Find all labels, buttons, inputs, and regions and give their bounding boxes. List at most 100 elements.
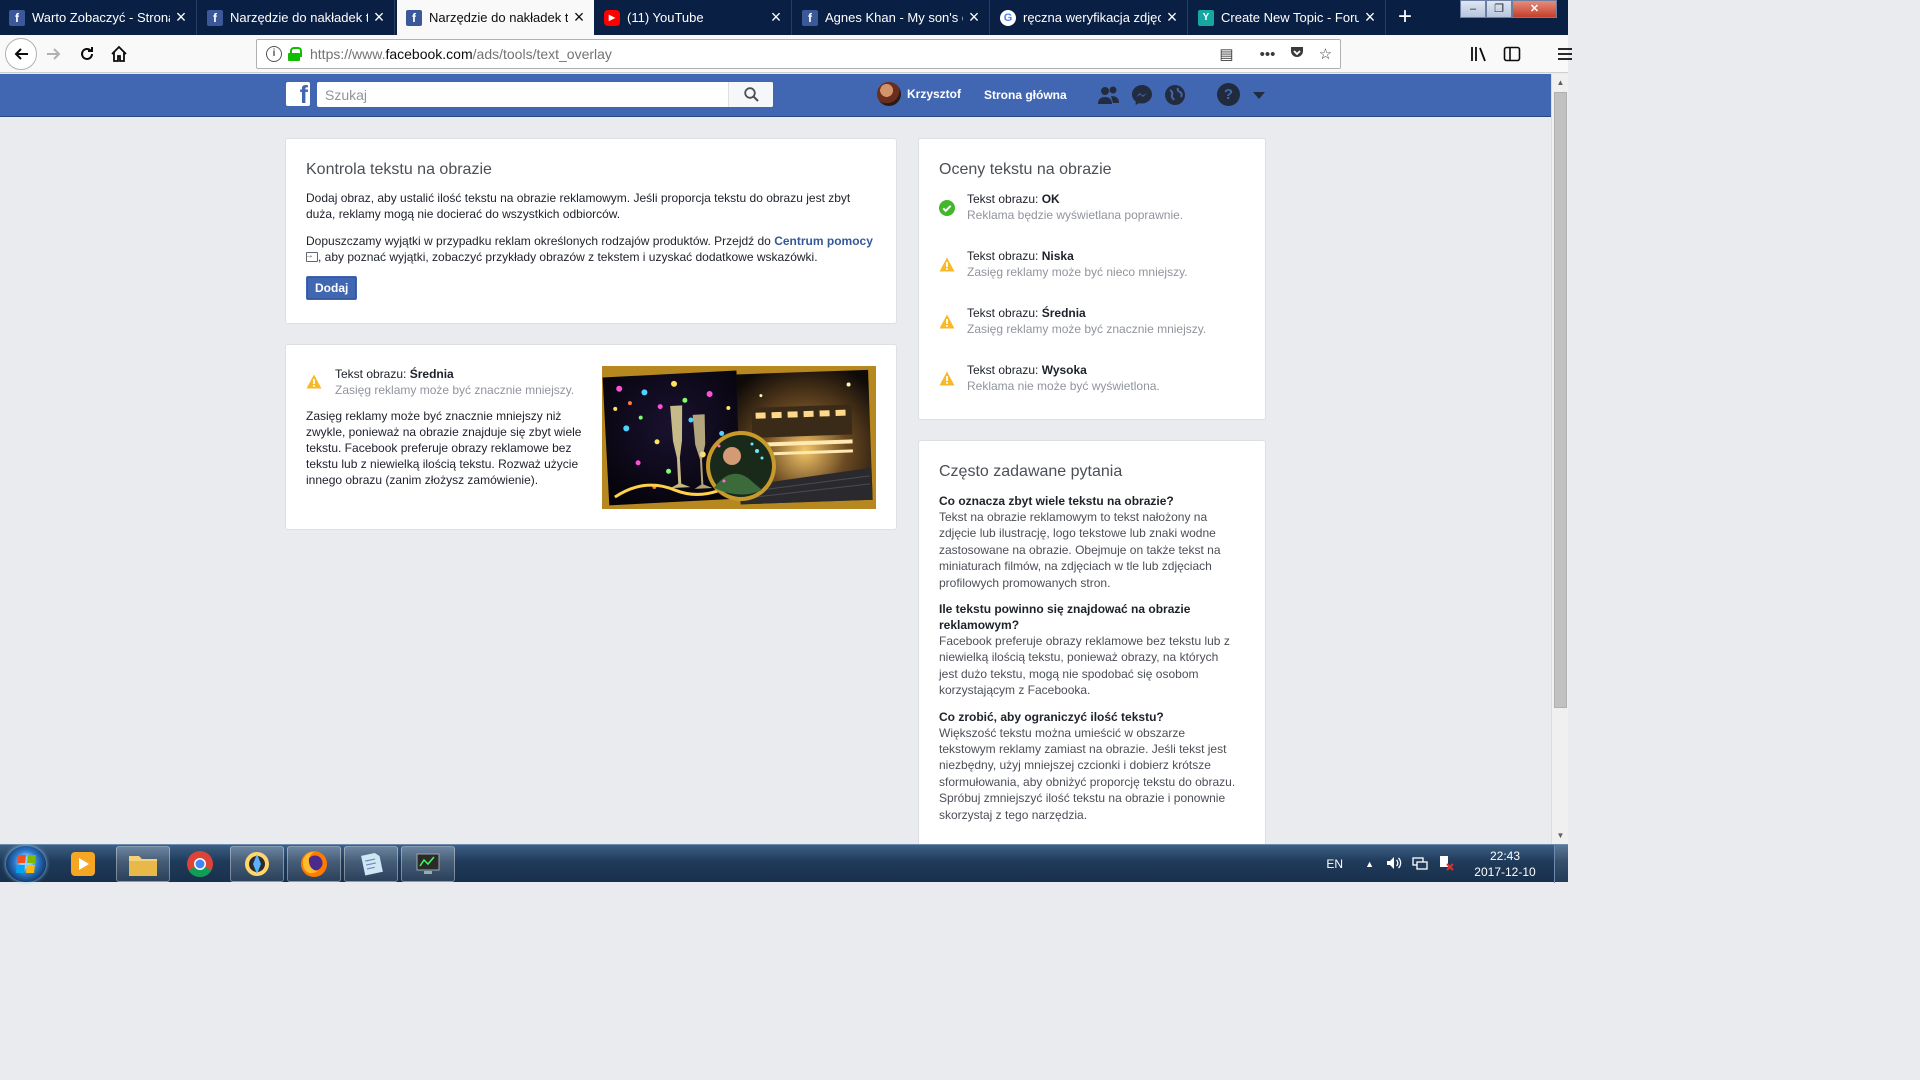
home-link[interactable]: Strona główna	[984, 88, 1067, 102]
search-button[interactable]	[728, 82, 773, 107]
bookmark-star-icon[interactable]: ☆	[1311, 45, 1340, 63]
messenger-icon[interactable]	[1129, 84, 1154, 106]
tab-label: Warto Zobaczyć - Strona	[32, 10, 170, 25]
browser-tab[interactable]: f Warto Zobaczyć - Strona ×	[0, 0, 197, 35]
sidebar-icon[interactable]	[1495, 38, 1528, 70]
reload-icon	[81, 47, 93, 60]
clock[interactable]: 22:43 2017-12-10	[1462, 848, 1548, 880]
pocket-icon[interactable]	[1282, 44, 1311, 64]
ratings-title: Oceny tekstu na obrazie	[939, 161, 1112, 178]
rating-value: Średnia	[1041, 306, 1086, 320]
profile-link[interactable]: Krzysztof	[877, 82, 961, 106]
chrome-icon	[187, 851, 213, 878]
clock-date: 2017-12-10	[1474, 865, 1536, 879]
close-icon[interactable]: ×	[1161, 7, 1183, 28]
browser-tab-active[interactable]: f Narzędzie do nakładek te ×	[397, 0, 594, 35]
arrow-left-icon	[14, 48, 28, 60]
close-icon[interactable]: ×	[765, 7, 787, 28]
rating-label: Tekst obrazu:	[967, 363, 1039, 377]
warning-icon	[939, 371, 955, 386]
language-indicator[interactable]: EN	[1326, 857, 1343, 871]
close-icon[interactable]: ×	[568, 7, 590, 28]
taskbar-monitor-app[interactable]	[401, 846, 455, 882]
taskbar-explorer[interactable]	[116, 846, 170, 882]
scroll-down-icon[interactable]: ▼	[1552, 827, 1569, 844]
rating-label: Tekst obrazu:	[967, 249, 1039, 263]
page-actions-icon[interactable]: •••	[1253, 46, 1282, 63]
rating-desc: Reklama będzie wyświetlana poprawnie.	[967, 208, 1184, 222]
add-button[interactable]: Dodaj	[306, 276, 358, 300]
rating-item: Tekst obrazu: Średnia Zasięg reklamy moż…	[939, 306, 1206, 336]
close-icon[interactable]: ×	[963, 7, 985, 28]
faq-answer: Facebook preferuje obrazy reklamowe bez …	[939, 634, 1230, 698]
close-icon[interactable]: ×	[170, 7, 192, 28]
tab-label: ręczna weryfikacja zdjęcia	[1023, 10, 1161, 25]
url-text[interactable]: https://www.facebook.com/ads/tools/text_…	[310, 46, 1212, 62]
rating-item: Tekst obrazu: OK Reklama będzie wyświetl…	[939, 192, 1183, 222]
notifications-globe-icon[interactable]	[1162, 84, 1187, 106]
rating-label: Tekst obrazu:	[967, 192, 1039, 206]
faq-question: Co oznacza zbyt wiele tekstu na obrazie?	[939, 494, 1174, 508]
faq-title: Często zadawane pytania	[939, 463, 1123, 480]
youtube-icon: ▶	[604, 9, 620, 26]
tray-expand-icon[interactable]: ▲	[1365, 859, 1374, 869]
help-center-link[interactable]: Centrum pomocy	[774, 234, 873, 248]
facebook-logo-icon[interactable]: f	[286, 82, 310, 106]
windows-logo-icon	[16, 855, 36, 873]
pinned-site-icon: Y	[1198, 9, 1214, 26]
friend-requests-icon[interactable]	[1096, 84, 1121, 106]
firefox-icon	[301, 851, 327, 877]
taskbar-chrome[interactable]	[173, 846, 227, 882]
tab-label: (11) YouTube	[627, 10, 704, 25]
back-button[interactable]	[5, 38, 37, 70]
start-button[interactable]	[6, 846, 46, 882]
taskbar-media-player[interactable]	[56, 846, 110, 882]
new-tab-button[interactable]: +	[1392, 0, 1418, 35]
close-icon[interactable]: ×	[1359, 7, 1381, 28]
external-link-icon	[304, 248, 318, 264]
result-subtitle: Zasięg reklamy może być znacznie mniejsz…	[335, 383, 575, 397]
maximize-button[interactable]: ❐	[1486, 0, 1512, 18]
scroll-up-icon[interactable]: ▲	[1552, 74, 1569, 91]
minimize-button[interactable]: –	[1460, 0, 1486, 18]
taskbar-firefox[interactable]	[287, 846, 341, 882]
google-icon: G	[1000, 9, 1016, 26]
chevron-down-icon[interactable]	[1253, 92, 1265, 99]
network-icon[interactable]	[1412, 855, 1428, 874]
scrollbar-thumb[interactable]	[1554, 92, 1567, 708]
rating-value: Wysoka	[1041, 363, 1087, 377]
browser-tab[interactable]: G ręczna weryfikacja zdjęcia ×	[991, 0, 1188, 35]
browser-tab[interactable]: ▶ (11) YouTube ×	[595, 0, 792, 35]
show-desktop-button[interactable]	[1554, 845, 1568, 883]
browser-tab[interactable]: f Narzędzie do nakładek te ×	[198, 0, 395, 35]
info-icon[interactable]: i	[266, 46, 282, 62]
reload-button[interactable]	[71, 38, 103, 70]
volume-icon[interactable]	[1386, 855, 1402, 874]
clock-time: 22:43	[1489, 849, 1521, 863]
library-icon[interactable]	[1462, 38, 1495, 70]
page-scrollbar[interactable]: ▲ ▼	[1551, 74, 1568, 844]
faq-card: Często zadawane pytania Co oznacza zbyt …	[918, 440, 1266, 850]
taskbar-app-active[interactable]	[230, 846, 284, 882]
url-bar[interactable]: i https://www.facebook.com/ads/tools/tex…	[256, 39, 1341, 69]
reader-view-icon[interactable]: ▤	[1212, 45, 1241, 63]
home-button[interactable]	[103, 38, 135, 70]
facebook-icon: f	[802, 9, 818, 26]
lock-icon	[288, 47, 302, 61]
menu-icon[interactable]	[1548, 38, 1581, 70]
help-icon[interactable]: ?	[1217, 83, 1240, 106]
forward-button[interactable]	[38, 38, 70, 70]
browser-tab[interactable]: Y Create New Topic - Forum ×	[1189, 0, 1386, 35]
action-center-icon[interactable]	[1438, 855, 1454, 874]
close-icon[interactable]: ×	[368, 7, 390, 28]
close-window-button[interactable]: ✕	[1512, 0, 1557, 18]
notepad-icon	[361, 852, 383, 876]
uploaded-ad-image	[602, 366, 876, 509]
url-domain: facebook.com	[385, 46, 473, 62]
taskbar-notepad[interactable]	[344, 846, 398, 882]
page-title: Kontrola tekstu na obrazie	[306, 161, 492, 178]
browser-tab[interactable]: f Agnes Khan - My son's co ×	[793, 0, 990, 35]
system-tray: EN ▲ 22:43 2017-12-10	[1326, 845, 1568, 883]
home-icon	[111, 45, 127, 62]
search-input[interactable]	[317, 82, 728, 107]
